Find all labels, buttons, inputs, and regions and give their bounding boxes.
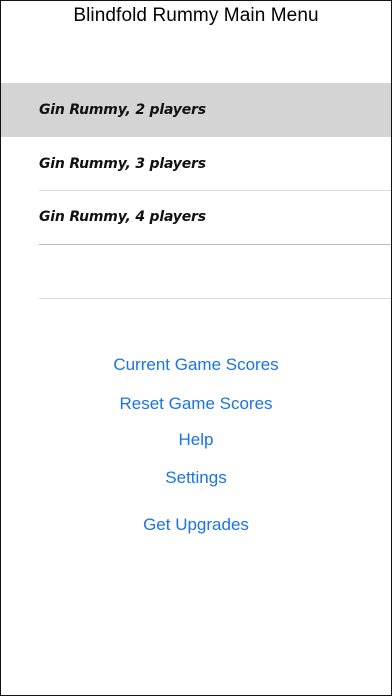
- menu-item-label: Gin Rummy, 3 players: [39, 155, 206, 172]
- menu-item-label: Gin Rummy, 2 players: [39, 102, 206, 118]
- menu-item-label: Gin Rummy, 4 players: [39, 208, 206, 225]
- menu-divider: [39, 244, 391, 245]
- menu-divider: [39, 190, 391, 191]
- menu-item-gin-rummy-2-players[interactable]: Gin Rummy, 2 players: [1, 83, 391, 137]
- settings-link[interactable]: Settings: [1, 468, 391, 488]
- get-upgrades-link[interactable]: Get Upgrades: [1, 515, 391, 535]
- menu-divider: [39, 298, 391, 299]
- menu-item-gin-rummy-4-players[interactable]: Gin Rummy, 4 players: [1, 190, 391, 243]
- help-link[interactable]: Help: [1, 430, 391, 450]
- menu-item-gin-rummy-3-players[interactable]: Gin Rummy, 3 players: [1, 137, 391, 190]
- reset-game-scores-link[interactable]: Reset Game Scores: [1, 394, 391, 414]
- page-title: Blindfold Rummy Main Menu: [73, 5, 319, 26]
- game-menu-list: Gin Rummy, 2 players Gin Rummy, 3 player…: [1, 83, 391, 243]
- main-menu-screen: Blindfold Rummy Main Menu Gin Rummy, 2 p…: [0, 0, 392, 696]
- current-game-scores-link[interactable]: Current Game Scores: [1, 355, 391, 375]
